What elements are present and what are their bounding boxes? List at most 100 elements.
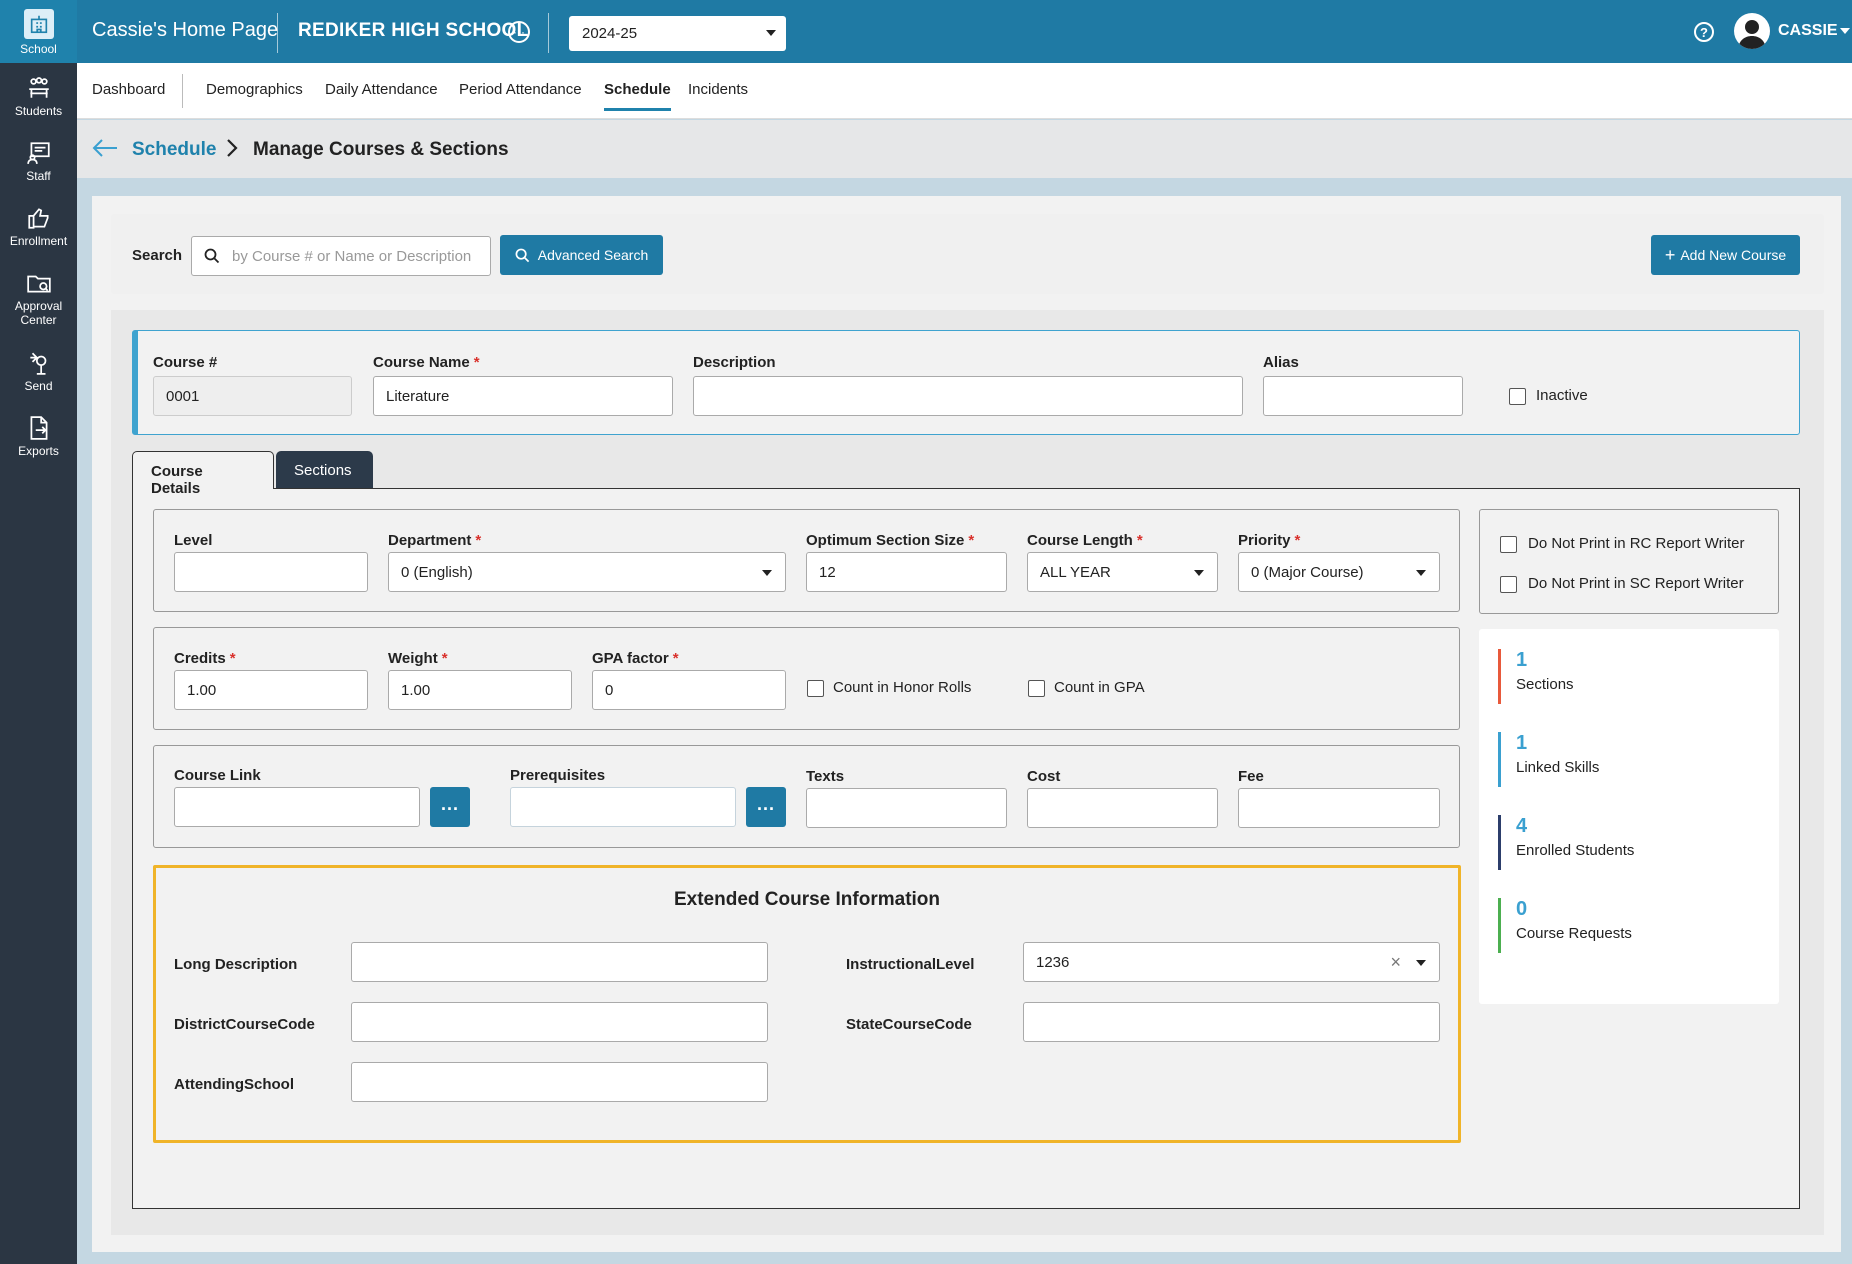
school-name[interactable]: REDIKER HIGH SCHOOL [298, 20, 529, 42]
rail-item-school[interactable]: School [0, 0, 77, 63]
cost-label: Cost [1027, 768, 1061, 785]
clear-icon[interactable]: × [1390, 952, 1401, 973]
help-icon[interactable]: ? [1694, 22, 1714, 42]
course-header-card: Course # 0001 Course Name * Literature De… [132, 330, 1800, 435]
rail-item-enrollment[interactable]: Enrollment [0, 205, 77, 248]
weight-label-text: Weight [388, 650, 438, 667]
search-input[interactable]: by Course # or Name or Description [191, 236, 491, 276]
stat-value: 0 [1516, 898, 1528, 920]
user-menu-chevron-icon[interactable] [1840, 28, 1850, 34]
priority-select[interactable]: 0 (Major Course) [1238, 552, 1440, 592]
stat-course-requests[interactable]: 0 Course Requests [1498, 898, 1758, 953]
level-field[interactable] [174, 552, 368, 592]
user-name[interactable]: CASSIE [1778, 22, 1838, 40]
do-not-print-rc-label: Do Not Print in RC Report Writer [1528, 535, 1745, 552]
home-page-title[interactable]: Cassie's Home Page [92, 19, 278, 42]
breadcrumb: Schedule Manage Courses & Sections [77, 120, 1852, 178]
stat-label: Enrolled Students [1516, 842, 1635, 859]
topbar-divider [277, 13, 278, 53]
stat-enrolled-students[interactable]: 4 Enrolled Students [1498, 815, 1758, 870]
rail-item-send[interactable]: Send [0, 350, 77, 393]
add-new-course-button[interactable]: + Add New Course [1651, 235, 1800, 275]
stat-label: Linked Skills [1516, 759, 1600, 776]
stat-sections[interactable]: 1 Sections [1498, 649, 1758, 704]
chevron-down-icon [1416, 570, 1426, 576]
page-title: Manage Courses & Sections [253, 139, 509, 160]
tab-dashboard[interactable]: Dashboard [92, 81, 165, 98]
required-marker: * [441, 650, 448, 667]
required-marker: * [229, 650, 236, 667]
district-course-code-label: DistrictCourseCode [174, 1016, 315, 1033]
advanced-search-button[interactable]: Advanced Search [500, 235, 663, 275]
credits-field[interactable]: 1.00 [174, 670, 368, 710]
tab-demographics[interactable]: Demographics [206, 81, 303, 98]
inactive-label: Inactive [1536, 387, 1588, 404]
breadcrumb-schedule-link[interactable]: Schedule [132, 139, 216, 161]
tab-sections[interactable]: Sections [276, 451, 373, 488]
gpa-factor-label-text: GPA factor [592, 650, 669, 667]
district-course-code-field[interactable] [351, 1002, 768, 1042]
prerequisites-field[interactable] [510, 787, 736, 827]
course-link-more-button[interactable]: ... [430, 787, 470, 827]
optimum-section-size-field[interactable]: 12 [806, 552, 1007, 592]
do-not-print-rc-checkbox[interactable] [1500, 536, 1517, 553]
stat-label: Sections [1516, 676, 1574, 693]
course-length-label: Course Length * [1027, 532, 1143, 549]
tab-schedule[interactable]: Schedule [604, 81, 671, 111]
attending-school-field[interactable] [351, 1062, 768, 1102]
stat-linked-skills[interactable]: 1 Linked Skills [1498, 732, 1758, 787]
state-course-code-label: StateCourseCode [846, 1016, 972, 1033]
tab-daily-attendance[interactable]: Daily Attendance [325, 81, 438, 98]
avatar[interactable] [1734, 13, 1770, 49]
tab-course-details[interactable]: Course Details [132, 451, 274, 497]
fee-label: Fee [1238, 768, 1264, 785]
priority-label-text: Priority [1238, 532, 1291, 549]
rail-item-approval-center[interactable]: Approval Center [0, 270, 77, 327]
rail-label-school: School [20, 42, 57, 56]
rail-item-staff[interactable]: Staff [0, 140, 77, 183]
exports-icon [30, 416, 47, 440]
optimum-section-size-value: 12 [819, 564, 836, 581]
gpa-factor-field[interactable]: 0 [592, 670, 786, 710]
alias-field[interactable] [1263, 376, 1463, 416]
long-description-field[interactable] [351, 942, 768, 982]
course-length-select[interactable]: ALL YEAR [1027, 552, 1218, 592]
count-honor-rolls-checkbox[interactable] [807, 680, 824, 697]
course-link-field[interactable] [174, 787, 420, 827]
extended-course-info: Extended Course Information Long Descrip… [153, 865, 1461, 1143]
weight-field[interactable]: 1.00 [388, 670, 572, 710]
tab-incidents[interactable]: Incidents [688, 81, 748, 98]
prerequisites-more-button[interactable]: ... [746, 787, 786, 827]
school-year-select[interactable]: 2024-25 [569, 16, 786, 51]
instructional-level-select[interactable]: 1236 × [1023, 942, 1440, 982]
inactive-checkbox[interactable] [1509, 388, 1526, 405]
back-arrow-icon[interactable] [91, 137, 119, 164]
cost-field[interactable] [1027, 788, 1218, 828]
add-new-course-label: Add New Course [1680, 247, 1787, 263]
state-course-code-field[interactable] [1023, 1002, 1440, 1042]
department-select[interactable]: 0 (English) [388, 552, 786, 592]
count-in-gpa-checkbox[interactable] [1028, 680, 1045, 697]
fee-field[interactable] [1238, 788, 1440, 828]
rail-label-staff: Staff [26, 169, 51, 183]
count-honor-rolls-label: Count in Honor Rolls [833, 679, 972, 696]
course-name-label: Course Name * [373, 354, 480, 371]
description-field[interactable] [693, 376, 1243, 416]
priority-label: Priority * [1238, 532, 1300, 549]
required-marker: * [473, 354, 480, 371]
rail-item-exports[interactable]: Exports [0, 415, 77, 458]
staff-icon [26, 142, 50, 164]
gpa-factor-value: 0 [605, 682, 614, 699]
tab-period-attendance[interactable]: Period Attendance [459, 81, 582, 98]
approval-folder-icon [26, 275, 51, 293]
course-name-field[interactable]: Literature [373, 376, 673, 416]
search-panel: Search by Course # or Name or Descriptio… [111, 214, 1824, 294]
credits-label-text: Credits [174, 650, 226, 667]
rail-item-students[interactable]: Students [0, 75, 77, 118]
required-marker: * [968, 532, 975, 549]
long-description-label: Long Description [174, 956, 298, 973]
rail-label-enrollment: Enrollment [9, 234, 68, 248]
texts-field[interactable] [806, 788, 1007, 828]
school-more-icon[interactable]: ··· [508, 21, 530, 43]
do-not-print-sc-checkbox[interactable] [1500, 576, 1517, 593]
